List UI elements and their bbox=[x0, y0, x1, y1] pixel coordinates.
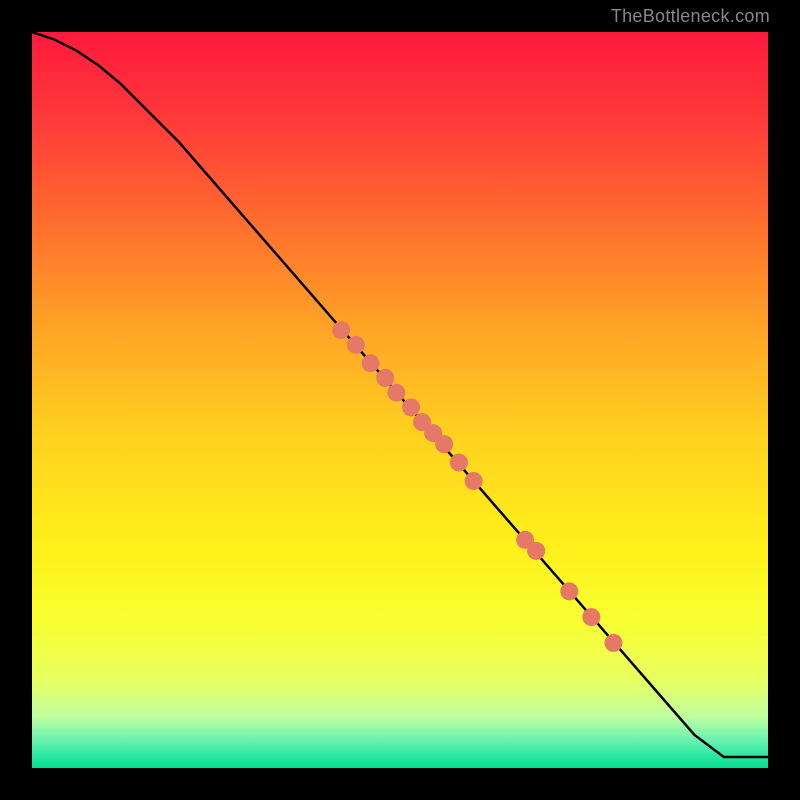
data-point bbox=[387, 384, 405, 402]
attribution-text: TheBottleneck.com bbox=[611, 6, 770, 27]
data-point bbox=[465, 472, 483, 490]
data-point bbox=[402, 398, 420, 416]
data-point bbox=[560, 582, 578, 600]
data-point bbox=[435, 435, 453, 453]
data-point bbox=[450, 454, 468, 472]
data-point bbox=[362, 354, 380, 372]
data-point bbox=[604, 634, 622, 652]
chart-container: TheBottleneck.com bbox=[0, 0, 800, 800]
chart-plot bbox=[32, 32, 768, 768]
data-point bbox=[582, 608, 600, 626]
data-point bbox=[527, 542, 545, 560]
data-point bbox=[347, 336, 365, 354]
data-point bbox=[376, 369, 394, 387]
data-point bbox=[332, 321, 350, 339]
